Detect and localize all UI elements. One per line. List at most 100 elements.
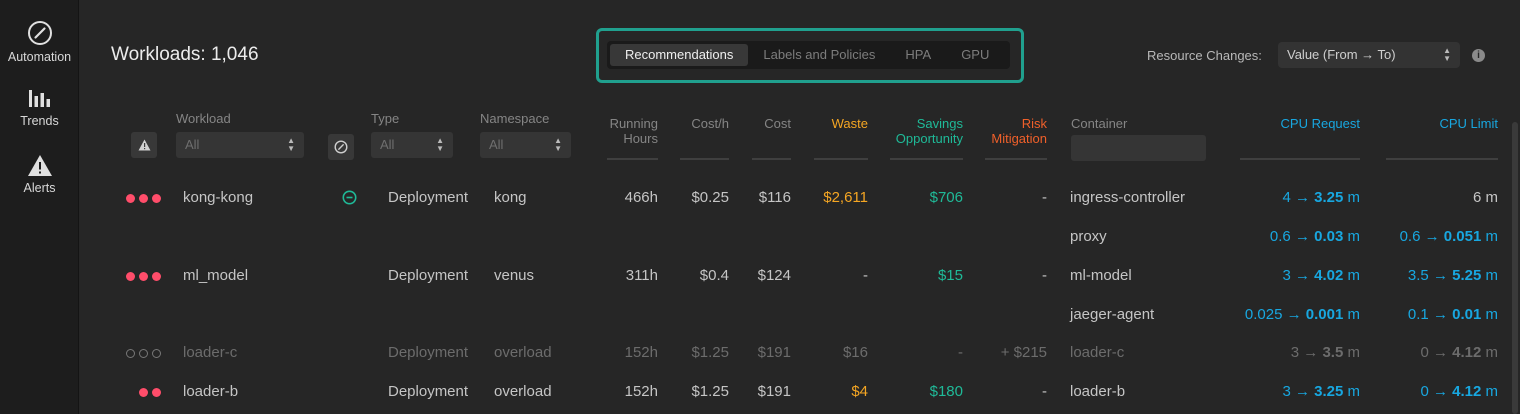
filter-value: All bbox=[185, 137, 200, 152]
cost-value: $124 bbox=[757, 267, 791, 284]
compass-icon bbox=[27, 21, 52, 45]
sidebar-item-trends[interactable]: Trends bbox=[0, 88, 79, 128]
column-header-running-hours[interactable]: Running Hours bbox=[585, 116, 658, 146]
severity-filter-button[interactable] bbox=[131, 132, 157, 158]
header-underline bbox=[680, 158, 729, 160]
column-header-savings-opportunity[interactable]: Savings Opportunity bbox=[870, 116, 963, 146]
namespace-filter-select[interactable]: All ▲ ▼ bbox=[480, 132, 571, 158]
cost-per-hour-value: $1.25 bbox=[691, 383, 729, 400]
value-from: 0.1 bbox=[1407, 306, 1429, 323]
severity-indicator bbox=[126, 194, 161, 203]
cpu-request-value: 4 → 3.25 m bbox=[1282, 189, 1360, 206]
value-to: 0.051 bbox=[1443, 228, 1482, 245]
column-header-cpu-limit[interactable]: CPU Limit bbox=[1370, 116, 1498, 131]
value-unit: m bbox=[1485, 267, 1499, 284]
workload-filter-select[interactable]: All ▲ ▼ bbox=[176, 132, 304, 158]
updown-caret-icon: ▲ ▼ bbox=[1443, 46, 1451, 63]
value-from: 0.6 bbox=[1399, 228, 1421, 245]
tab-recommendations[interactable]: Recommendations bbox=[610, 44, 749, 66]
minus-circle-icon[interactable] bbox=[342, 190, 357, 205]
bar-chart-icon bbox=[28, 90, 50, 107]
cpu-limit-value: 0.1 → 0.01 m bbox=[1407, 306, 1498, 323]
sidebar-item-label: Alerts bbox=[23, 181, 56, 195]
workload-name-link[interactable]: loader-c bbox=[183, 344, 237, 362]
cpu-request-value: 3 → 3.5 m bbox=[1290, 344, 1360, 361]
severity-dot bbox=[139, 194, 148, 203]
sidebar-item-automation[interactable]: Automation bbox=[0, 20, 79, 64]
value-from: 0.025 bbox=[1244, 306, 1283, 323]
value-to: 3.5 bbox=[1322, 344, 1344, 361]
column-header-cpu-request[interactable]: CPU Request bbox=[1220, 116, 1360, 131]
value-to: 0.001 bbox=[1305, 306, 1344, 323]
workload-type: Deployment bbox=[388, 267, 469, 284]
severity-dot bbox=[139, 388, 148, 397]
value-unit: m bbox=[1347, 228, 1361, 245]
severity-indicator bbox=[126, 349, 161, 358]
value-from: 0 bbox=[1420, 344, 1429, 361]
severity-dot bbox=[139, 272, 148, 281]
cost-value: $191 bbox=[757, 344, 791, 361]
value-from: 3.5 bbox=[1407, 267, 1429, 284]
workload-name-link[interactable]: kong-kong bbox=[183, 189, 253, 207]
severity-indicator bbox=[139, 388, 161, 397]
resource-changes-label: Resource Changes: bbox=[1147, 48, 1262, 63]
resource-changes-select[interactable]: Value (From → To) ▲ ▼ bbox=[1278, 42, 1460, 68]
header-line: Hours bbox=[623, 131, 658, 146]
column-header-container: Container bbox=[1071, 116, 1128, 131]
risk-mitigation-value: - bbox=[1042, 267, 1047, 284]
updown-caret-icon: ▲ ▼ bbox=[436, 136, 444, 153]
severity-dot bbox=[152, 194, 161, 203]
vertical-scrollbar[interactable] bbox=[1512, 122, 1518, 414]
sidebar-item-label: Automation bbox=[7, 50, 72, 64]
cpu-limit-value: 0 → 4.12 m bbox=[1420, 383, 1498, 400]
value-to: 0.03 bbox=[1314, 228, 1344, 245]
cpu-limit-value: 3.5 → 5.25 m bbox=[1407, 267, 1499, 284]
value-from: 4 bbox=[1282, 189, 1291, 206]
value-unit: m bbox=[1347, 267, 1361, 284]
container-filter-input[interactable] bbox=[1071, 135, 1206, 161]
column-header-cost[interactable]: Cost bbox=[730, 116, 791, 131]
savings-value: $180 bbox=[929, 383, 963, 400]
running-hours-value: 152h bbox=[624, 383, 658, 400]
workload-namespace: venus bbox=[494, 267, 535, 284]
value-to: 4.12 bbox=[1452, 383, 1482, 400]
warning-icon bbox=[27, 155, 52, 176]
value-unit: m bbox=[1485, 344, 1499, 361]
sidebar-item-label: Trends bbox=[20, 114, 59, 128]
value-unit: m bbox=[1485, 228, 1499, 245]
automation-filter-button[interactable] bbox=[328, 134, 354, 160]
workload-namespace: overload bbox=[494, 344, 552, 361]
severity-dot bbox=[139, 349, 148, 358]
waste-value: $16 bbox=[842, 344, 868, 361]
workload-name-link[interactable]: loader-b bbox=[183, 383, 238, 401]
tab-hpa[interactable]: HPA bbox=[890, 44, 946, 66]
column-header-risk-mitigation[interactable]: Risk Mitigation bbox=[968, 116, 1047, 146]
header-underline bbox=[1240, 158, 1360, 160]
info-icon[interactable]: i bbox=[1472, 49, 1485, 62]
workload-name-link[interactable]: ml_model bbox=[183, 267, 248, 285]
severity-dot bbox=[126, 194, 135, 203]
warning-icon bbox=[138, 139, 150, 151]
running-hours-value: 311h bbox=[625, 267, 658, 284]
cost-value: $116 bbox=[758, 189, 791, 206]
tab-gpu[interactable]: GPU bbox=[946, 44, 1004, 66]
severity-dot bbox=[152, 272, 161, 281]
savings-value: $15 bbox=[937, 267, 963, 284]
header-line: Mitigation bbox=[991, 131, 1047, 146]
cpu-limit-value: 0.6 → 0.051 m bbox=[1399, 228, 1499, 245]
tab-labels-and-policies[interactable]: Labels and Policies bbox=[748, 44, 890, 66]
header-underline bbox=[985, 158, 1047, 160]
value-to: 3.25 bbox=[1314, 189, 1344, 206]
value-from: 0 bbox=[1420, 383, 1429, 400]
header-underline bbox=[752, 158, 791, 160]
type-filter-select[interactable]: All ▲ ▼ bbox=[371, 132, 453, 158]
column-header-cost-per-hour[interactable]: Cost/h bbox=[660, 116, 729, 131]
sidebar-item-alerts[interactable]: Alerts bbox=[0, 154, 79, 195]
value-unit: m bbox=[1347, 306, 1361, 323]
page-title: Workloads: 1,046 bbox=[111, 44, 259, 65]
resource-changes-value: Value (From → To) bbox=[1287, 47, 1396, 62]
severity-dot bbox=[126, 272, 135, 281]
view-tabs: Recommendations Labels and Policies HPA … bbox=[607, 41, 1010, 69]
filter-value: All bbox=[489, 137, 504, 152]
column-header-waste[interactable]: Waste bbox=[792, 116, 868, 131]
